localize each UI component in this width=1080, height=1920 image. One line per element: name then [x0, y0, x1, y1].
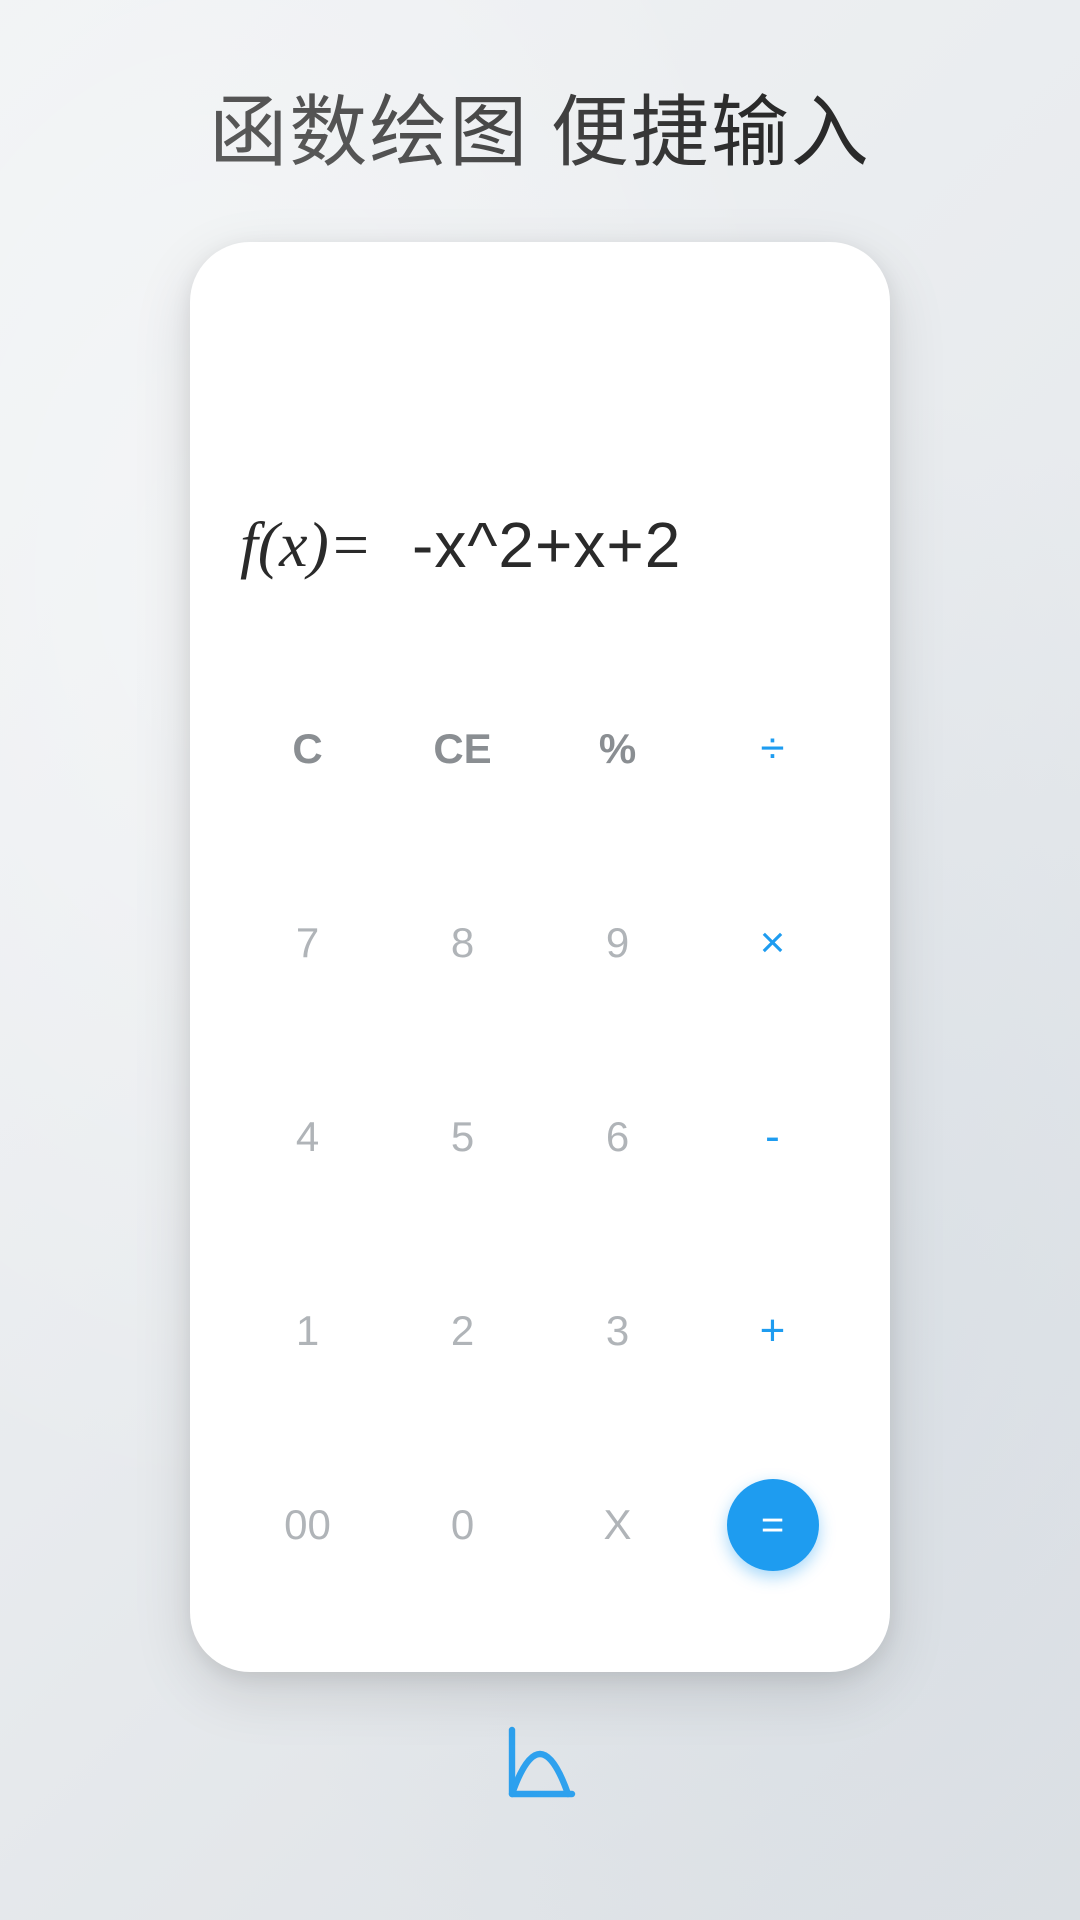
- variable-x-button[interactable]: X: [540, 1428, 695, 1622]
- graph-icon[interactable]: [500, 1722, 580, 1807]
- digit-5-button[interactable]: 5: [385, 1040, 540, 1234]
- equals-button[interactable]: =: [727, 1479, 819, 1571]
- plus-button[interactable]: +: [695, 1234, 850, 1428]
- fx-prefix: f(x)=: [240, 508, 372, 582]
- digit-2-button[interactable]: 2: [385, 1234, 540, 1428]
- expression-display: f(x)= -x^2+x+2: [230, 282, 850, 652]
- multiply-button[interactable]: ×: [695, 846, 850, 1040]
- digit-1-button[interactable]: 1: [230, 1234, 385, 1428]
- digit-7-button[interactable]: 7: [230, 846, 385, 1040]
- minus-button[interactable]: -: [695, 1040, 850, 1234]
- fx-expression: -x^2+x+2: [412, 508, 681, 582]
- calculator-panel: f(x)= -x^2+x+2 C CE % ÷ 7 8 9 × 4 5 6 - …: [190, 242, 890, 1672]
- divide-button[interactable]: ÷: [695, 652, 850, 846]
- digit-8-button[interactable]: 8: [385, 846, 540, 1040]
- clear-entry-button[interactable]: CE: [385, 652, 540, 846]
- digit-4-button[interactable]: 4: [230, 1040, 385, 1234]
- clear-button[interactable]: C: [230, 652, 385, 846]
- percent-button[interactable]: %: [540, 652, 695, 846]
- digit-6-button[interactable]: 6: [540, 1040, 695, 1234]
- digit-00-button[interactable]: 00: [230, 1428, 385, 1622]
- page-title: 函数绘图 便捷输入: [209, 70, 871, 182]
- keypad: C CE % ÷ 7 8 9 × 4 5 6 - 1 2 3 + 00 0 X …: [230, 652, 850, 1622]
- digit-0-button[interactable]: 0: [385, 1428, 540, 1622]
- digit-3-button[interactable]: 3: [540, 1234, 695, 1428]
- digit-9-button[interactable]: 9: [540, 846, 695, 1040]
- equals-cell: =: [695, 1428, 850, 1622]
